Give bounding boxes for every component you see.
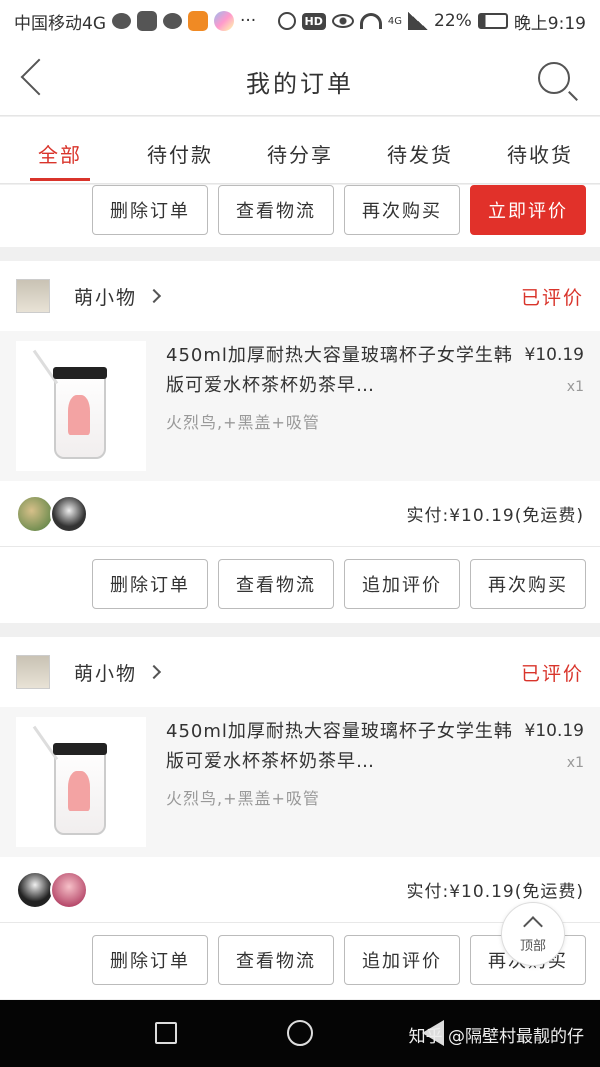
wechat-icon bbox=[163, 13, 182, 29]
tab-pending-payment[interactable]: 待付款 bbox=[120, 117, 240, 183]
product-row[interactable]: 450ml加厚耐热大容量玻璃杯子女学生韩版可爱水杯茶杯奶茶早… 火烈鸟,+黑盖+… bbox=[0, 331, 600, 481]
buy-again-button[interactable]: 再次购买 bbox=[470, 559, 586, 609]
product-price: ¥10.19 bbox=[524, 721, 584, 741]
divider bbox=[0, 247, 600, 261]
product-quantity: x1 bbox=[566, 379, 584, 395]
back-to-top-label: 顶部 bbox=[519, 939, 546, 954]
avatar bbox=[50, 494, 88, 533]
app-icon bbox=[214, 11, 234, 31]
product-row[interactable]: 450ml加厚耐热大容量玻璃杯子女学生韩版可爱水杯茶杯奶茶早… 火烈鸟,+黑盖+… bbox=[0, 707, 600, 857]
chevron-up-icon bbox=[523, 916, 543, 936]
network-type: 4G bbox=[387, 15, 403, 27]
status-bar: 中国移动4G ··· HD 4G 22% 晚上9:19 bbox=[0, 0, 600, 42]
shop-name: 萌小物 bbox=[74, 286, 138, 309]
review-now-button[interactable]: 立即评价 bbox=[470, 185, 586, 235]
system-nav-bar: 知乎 @隔壁村最靓的仔 bbox=[0, 1000, 600, 1067]
buy-again-button[interactable]: 再次购买 bbox=[344, 185, 460, 235]
product-price: ¥10.19 bbox=[524, 345, 584, 365]
wifi-icon bbox=[359, 13, 382, 29]
search-icon[interactable] bbox=[538, 62, 570, 94]
watermark: 知乎 @隔壁村最靓的仔 bbox=[408, 1027, 584, 1047]
order-actions: 删除订单 查看物流 追加评价 再次购买 bbox=[0, 547, 600, 623]
shop-logo bbox=[16, 279, 50, 313]
signal-icon bbox=[408, 12, 429, 30]
product-name: 450ml加厚耐热大容量玻璃杯子女学生韩版可爱水杯茶杯奶茶早… bbox=[166, 345, 513, 396]
tab-pending-shipment[interactable]: 待发货 bbox=[360, 117, 480, 183]
tab-pending-receipt[interactable]: 待收货 bbox=[480, 117, 600, 183]
home-icon[interactable] bbox=[287, 1020, 313, 1046]
order-status: 已评价 bbox=[520, 286, 584, 309]
product-spec: 火烈鸟,+黑盖+吸管 bbox=[166, 789, 320, 808]
video-app-icon bbox=[188, 11, 208, 31]
eye-icon bbox=[331, 14, 354, 28]
delete-order-button[interactable]: 删除订单 bbox=[92, 559, 208, 609]
avatar bbox=[16, 870, 54, 909]
shop-header[interactable]: 萌小物 已评价 bbox=[0, 637, 600, 707]
product-spec: 火烈鸟,+黑盖+吸管 bbox=[166, 413, 320, 432]
order-actions: 删除订单 查看物流 再次购买 立即评价 bbox=[0, 185, 600, 247]
amount-paid: 实付:¥10.19(免运费) bbox=[406, 506, 584, 526]
shop-header[interactable]: 萌小物 已评价 bbox=[0, 261, 600, 331]
tab-all[interactable]: 全部 bbox=[0, 117, 120, 183]
tab-pending-share[interactable]: 待分享 bbox=[240, 117, 360, 183]
order-card: 萌小物 已评价 450ml加厚耐热大容量玻璃杯子女学生韩版可爱水杯茶杯奶茶早… … bbox=[0, 261, 600, 623]
tiktok-icon bbox=[137, 11, 157, 31]
message-icon bbox=[112, 13, 131, 29]
nav-bar: 我的订单 bbox=[0, 42, 600, 116]
more-notifications-icon: ··· bbox=[240, 11, 257, 31]
divider bbox=[0, 623, 600, 637]
chevron-right-icon bbox=[146, 288, 162, 304]
carrier-label: 中国移动4G bbox=[14, 13, 106, 34]
order-status: 已评价 bbox=[520, 662, 584, 685]
view-logistics-button[interactable]: 查看物流 bbox=[218, 185, 334, 235]
recents-icon[interactable] bbox=[155, 1022, 177, 1044]
amount-paid: 实付:¥10.19(免运费) bbox=[406, 882, 584, 902]
avatar bbox=[50, 870, 88, 909]
shop-name: 萌小物 bbox=[74, 662, 138, 685]
product-image bbox=[16, 341, 146, 471]
order-list[interactable]: 删除订单 查看物流 再次购买 立即评价 萌小物 已评价 450ml加厚耐热大容量… bbox=[0, 185, 600, 1000]
add-review-button[interactable]: 追加评价 bbox=[344, 935, 460, 985]
page-title: 我的订单 bbox=[246, 70, 354, 98]
view-logistics-button[interactable]: 查看物流 bbox=[218, 935, 334, 985]
delete-order-button[interactable]: 删除订单 bbox=[92, 185, 208, 235]
product-quantity: x1 bbox=[566, 755, 584, 771]
hd-icon: HD bbox=[301, 12, 326, 30]
battery-icon bbox=[477, 13, 508, 29]
clock: 晚上9:19 bbox=[513, 13, 586, 34]
avatar bbox=[16, 494, 54, 533]
alarm-icon bbox=[277, 12, 296, 30]
back-to-top-button[interactable]: 顶部 bbox=[501, 902, 565, 966]
delete-order-button[interactable]: 删除订单 bbox=[92, 935, 208, 985]
payment-row: 实付:¥10.19(免运费) bbox=[0, 481, 600, 547]
battery-percent: 22% bbox=[434, 11, 472, 31]
chevron-right-icon bbox=[146, 664, 162, 680]
order-tabs: 全部 待付款 待分享 待发货 待收货 bbox=[0, 117, 600, 184]
shop-logo bbox=[16, 655, 50, 689]
view-logistics-button[interactable]: 查看物流 bbox=[218, 559, 334, 609]
product-name: 450ml加厚耐热大容量玻璃杯子女学生韩版可爱水杯茶杯奶茶早… bbox=[166, 721, 513, 772]
add-review-button[interactable]: 追加评价 bbox=[344, 559, 460, 609]
product-image bbox=[16, 717, 146, 847]
